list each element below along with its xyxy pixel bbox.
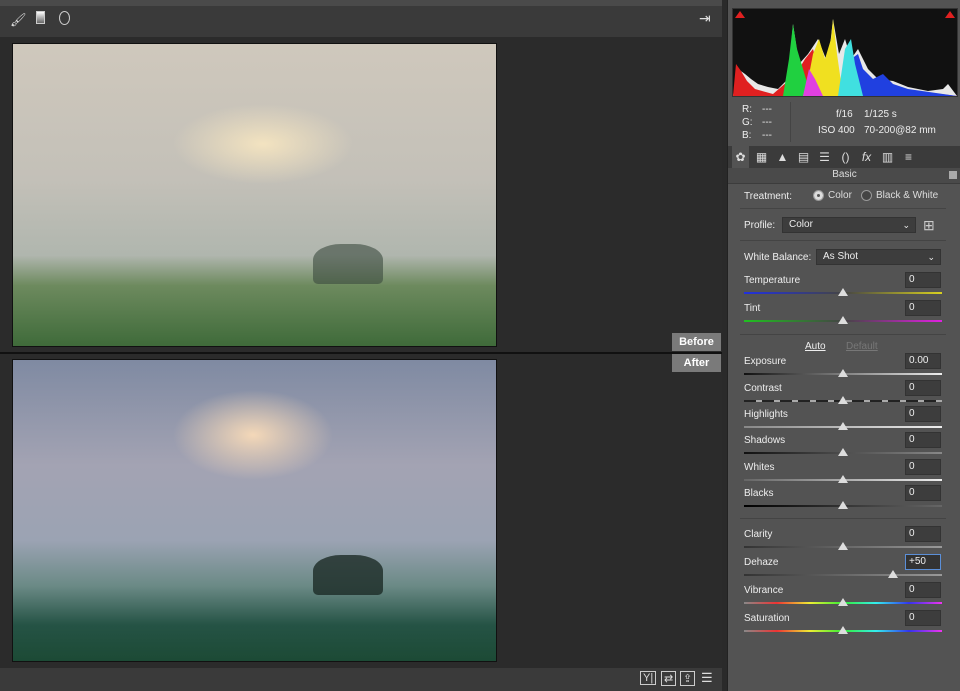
- blacks-label: Blacks: [744, 488, 774, 499]
- view-mode-icon[interactable]: Y|: [640, 671, 657, 685]
- tone-curve-icon[interactable]: ▦: [753, 150, 770, 164]
- saturation-label: Saturation: [744, 613, 790, 624]
- exposure-label: Exposure: [744, 356, 787, 367]
- shadows-slider-thumb[interactable]: [838, 448, 848, 456]
- profile-select[interactable]: Color ⌄: [782, 217, 916, 233]
- clarity-slider-thumb[interactable]: [838, 542, 848, 550]
- calibration-icon[interactable]: ▥: [879, 150, 896, 164]
- presets-icon[interactable]: ≡: [900, 150, 917, 164]
- shutter-speed: 1/125 s: [864, 109, 897, 120]
- vibrance-input[interactable]: 0: [905, 582, 941, 598]
- top-toolbar: 🖌 ⇥: [0, 0, 722, 37]
- highlight-clipping-icon[interactable]: [945, 11, 955, 18]
- tint-slider-thumb[interactable]: [838, 316, 848, 324]
- bottom-toolbar: Y| ⇄ ⇪ ☰: [0, 668, 722, 691]
- default-button[interactable]: Default: [846, 341, 878, 352]
- radio-selected-icon: [813, 190, 824, 201]
- dehaze-input[interactable]: +50: [905, 554, 941, 570]
- white-balance-value: As Shot: [823, 251, 859, 262]
- temperature-input[interactable]: 0: [905, 272, 941, 288]
- aperture: f/16: [836, 109, 853, 120]
- radio-label: Black & White: [876, 190, 939, 202]
- before-label: Before: [672, 333, 721, 351]
- basic-icon[interactable]: ✿: [732, 146, 749, 168]
- copy-settings-icon[interactable]: ⇪: [680, 671, 696, 686]
- highlights-label: Highlights: [744, 409, 788, 420]
- white-balance-label: White Balance:: [744, 252, 812, 263]
- highlights-input[interactable]: 0: [905, 406, 941, 422]
- fx-icon[interactable]: fx: [858, 150, 875, 164]
- profile-value: Color: [789, 219, 813, 230]
- clarity-input[interactable]: 0: [905, 526, 941, 542]
- exposure-input[interactable]: 0.00: [905, 353, 941, 369]
- chevron-down-icon: ⌄: [902, 220, 910, 230]
- split-toning-icon[interactable]: ☰: [816, 150, 833, 164]
- lens-icon[interactable]: (): [837, 150, 854, 164]
- whites-slider-thumb[interactable]: [838, 475, 848, 483]
- lens: 70-200@82 mm: [864, 125, 936, 136]
- temperature-label: Temperature: [744, 275, 801, 286]
- auto-button[interactable]: Auto: [805, 341, 826, 352]
- panel-menu-icon[interactable]: [949, 171, 957, 179]
- b-value: ---: [762, 130, 772, 141]
- vibrance-slider-thumb[interactable]: [838, 598, 848, 606]
- whites-input[interactable]: 0: [905, 459, 941, 475]
- tint-input[interactable]: 0: [905, 300, 941, 316]
- treatment-label: Treatment:: [744, 191, 792, 202]
- treatment-color-radio[interactable]: Color: [813, 190, 852, 201]
- shadows-input[interactable]: 0: [905, 432, 941, 448]
- exit-fullscreen-icon[interactable]: ⇥: [699, 10, 711, 27]
- iso: ISO 400: [818, 125, 855, 136]
- before-image: [12, 43, 497, 347]
- chevron-down-icon: ⌄: [927, 252, 935, 262]
- dehaze-slider-thumb[interactable]: [887, 570, 898, 578]
- white-balance-select[interactable]: As Shot ⌄: [816, 249, 941, 265]
- g-label: G:: [742, 117, 753, 128]
- panel-tabs: ✿ ▦ ▲ ▤ ☰ () fx ▥ ≡: [728, 146, 960, 168]
- panel-title: Basic: [728, 168, 960, 184]
- contrast-slider-thumb[interactable]: [838, 396, 848, 404]
- radio-label: Color: [828, 190, 852, 202]
- r-value: ---: [762, 104, 772, 115]
- after-image: [12, 359, 497, 662]
- contrast-input[interactable]: 0: [905, 380, 941, 396]
- clarity-label: Clarity: [744, 529, 773, 540]
- after-label: After: [672, 354, 721, 372]
- brush-icon[interactable]: 🖌: [10, 12, 27, 28]
- preview-settings-icon[interactable]: ☰: [701, 670, 713, 686]
- shadows-label: Shadows: [744, 435, 786, 446]
- histogram: [732, 8, 958, 97]
- exposure-slider-thumb[interactable]: [838, 369, 848, 377]
- profile-label: Profile:: [744, 220, 776, 231]
- whites-label: Whites: [744, 462, 775, 473]
- blacks-slider-thumb[interactable]: [838, 501, 848, 509]
- temperature-slider-thumb[interactable]: [838, 288, 848, 296]
- dehaze-slider[interactable]: [744, 574, 942, 576]
- hsl-icon[interactable]: ▤: [795, 150, 812, 164]
- g-value: ---: [762, 117, 772, 128]
- profile-browser-icon[interactable]: ⊞: [923, 217, 935, 234]
- b-label: B:: [742, 130, 752, 141]
- saturation-input[interactable]: 0: [905, 610, 941, 626]
- shadow-clipping-icon[interactable]: [735, 11, 745, 18]
- contrast-label: Contrast: [744, 383, 782, 394]
- tint-label: Tint: [744, 303, 761, 314]
- split-divider: [0, 352, 722, 354]
- dehaze-label: Dehaze: [744, 557, 779, 568]
- highlights-slider-thumb[interactable]: [838, 422, 848, 430]
- vibrance-label: Vibrance: [744, 585, 784, 596]
- gradient-icon[interactable]: [36, 11, 45, 24]
- blacks-input[interactable]: 0: [905, 485, 941, 501]
- treatment-bw-radio[interactable]: Black & White: [861, 190, 938, 201]
- right-panel: R: --- G: --- B: --- f/16 1/125 s ISO 400 7…: [727, 0, 960, 691]
- radial-icon[interactable]: [59, 11, 70, 25]
- radio-icon: [861, 190, 872, 201]
- swap-icon[interactable]: ⇄: [661, 671, 677, 686]
- r-label: R:: [742, 104, 752, 115]
- saturation-slider-thumb[interactable]: [838, 626, 848, 634]
- detail-icon[interactable]: ▲: [774, 150, 791, 164]
- image-info: R: --- G: --- B: --- f/16 1/125 s ISO 400 7…: [728, 100, 960, 146]
